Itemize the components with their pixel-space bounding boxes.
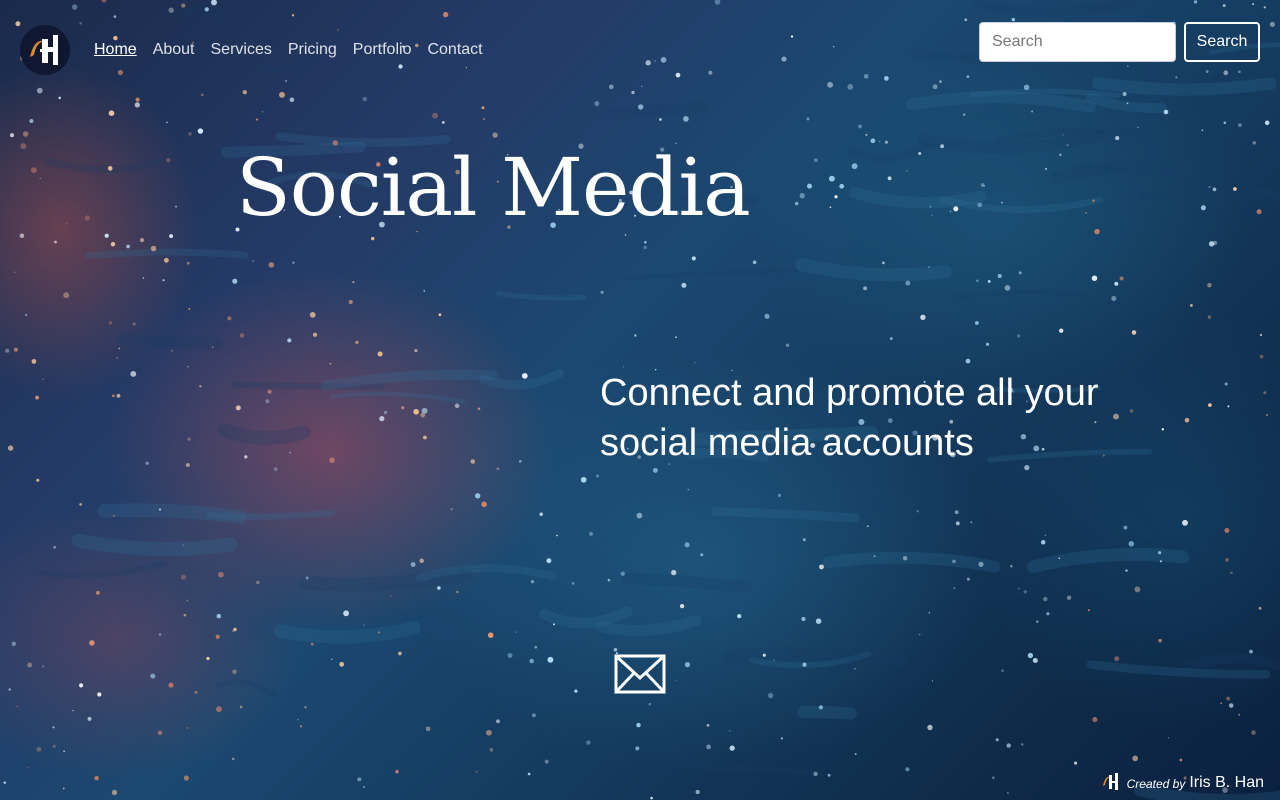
nav-link-services[interactable]: Services (211, 40, 272, 60)
created-by-label: Created by (1126, 777, 1186, 791)
nav-links: Home About Services Pricing Portfolio Co… (94, 40, 483, 60)
nav-link-contact[interactable]: Contact (427, 40, 482, 60)
nav-link-pricing[interactable]: Pricing (288, 40, 337, 60)
search-button[interactable]: Search (1184, 22, 1260, 62)
site-logo[interactable] (20, 25, 70, 75)
envelope-icon[interactable] (614, 654, 666, 694)
navbar: Home About Services Pricing Portfolio Co… (0, 0, 1280, 100)
ibh-logo-icon (30, 35, 58, 65)
search-input[interactable] (979, 22, 1176, 62)
footer-credit: Created by Iris B. Han (1101, 770, 1264, 792)
nav-link-home[interactable]: Home (94, 40, 137, 60)
hero-tagline: Connect and promote all your social medi… (600, 372, 1099, 464)
page: Home About Services Pricing Portfolio Co… (0, 0, 1280, 800)
hero-title: Social Media (236, 141, 751, 234)
author-name[interactable]: Iris B. Han (1189, 774, 1264, 792)
ibh-mini-logo-icon (1102, 773, 1118, 790)
nav-link-about[interactable]: About (153, 40, 195, 60)
nav-link-portfolio[interactable]: Portfolio (353, 40, 412, 60)
